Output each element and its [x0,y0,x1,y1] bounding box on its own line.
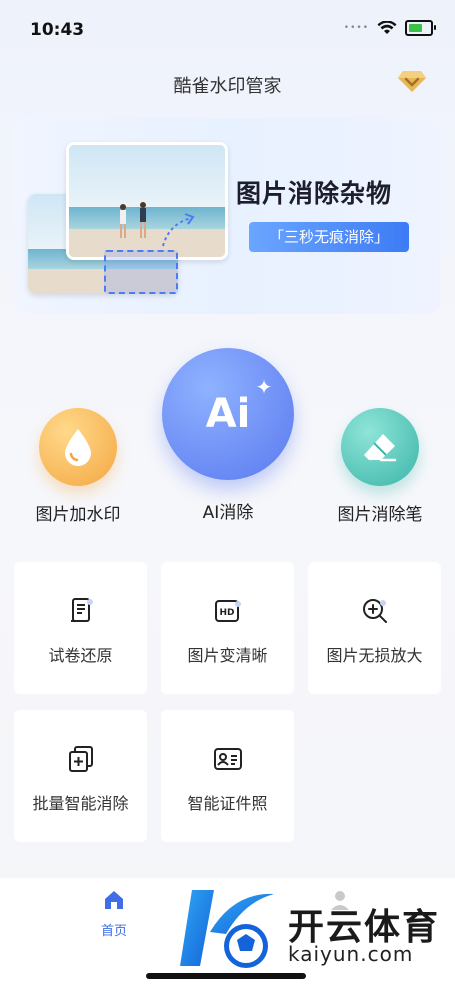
tool-label: AI消除 [202,503,254,523]
home-icon [105,891,123,909]
card-hd-enhance[interactable]: HD 图片变清晰 [161,562,294,694]
card-exam-restore[interactable]: 试卷还原 [14,562,147,694]
card-label: 图片无损放大 [326,646,423,665]
wifi-icon [377,21,397,34]
tool-label: 图片消除笔 [337,505,423,525]
hd-icon: HD [214,600,241,622]
card-id-photo[interactable]: 智能证件照 [161,710,294,842]
id-card-icon [213,748,242,770]
card-label: 智能证件照 [187,794,268,813]
battery-icon [405,20,436,36]
curved-arrow-icon [162,213,195,247]
tool-add-watermark[interactable]: 图片加水印 [26,408,130,525]
eraser-icon [341,408,419,486]
tab-label: 首页 [100,924,127,939]
card-lossless-zoom[interactable]: 图片无损放大 [308,562,441,694]
banner-tag: 「三秒无痕消除」 [249,222,409,252]
tool-ai-remove[interactable]: Ai ✦ AI消除 [155,348,301,523]
selection-box [104,250,178,294]
card-label: 批量智能消除 [32,794,129,813]
vip-diamond-icon[interactable] [397,68,427,94]
status-icons: •••• [343,20,436,36]
banner-photo-after [66,142,228,260]
page-title: 酷雀水印管家 [173,76,282,97]
status-bar: 10:43 •••• [0,0,455,58]
water-drop-icon [39,408,117,486]
signal-icon: •••• [343,23,369,33]
app-header: 酷雀水印管家 [0,58,455,108]
tool-label: 图片加水印 [35,505,121,525]
batch-add-icon [68,746,93,772]
k-logo-icon [180,890,274,968]
tab-home[interactable]: 首页 [92,888,136,939]
card-label: 试卷还原 [48,646,113,665]
watermark-en-text: kaiyun.com [288,942,414,966]
promo-banner[interactable]: 图片消除杂物 「三秒无痕消除」 [14,118,440,314]
watermark-logo: 开云体育 kaiyun.com [168,880,455,980]
card-batch-remove[interactable]: 批量智能消除 [14,710,147,842]
home-indicator [146,973,306,979]
status-time: 10:43 [30,20,85,40]
card-label: 图片变清晰 [187,646,268,665]
document-icon [70,598,93,622]
svg-text:HD: HD [219,608,234,618]
zoom-in-icon [362,599,387,623]
ai-icon: Ai ✦ [162,348,294,480]
tool-eraser-pen[interactable]: 图片消除笔 [326,408,434,525]
banner-title: 图片消除杂物 [236,179,393,208]
